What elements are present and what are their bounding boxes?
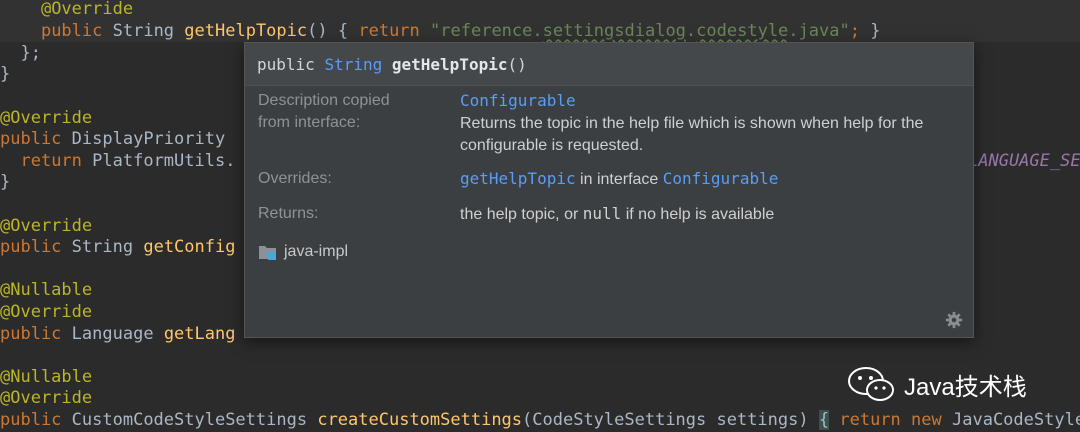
module-info: java-impl (258, 241, 348, 263)
annotation: @Override (0, 388, 93, 408)
code-line[interactable]: @Override (0, 301, 92, 323)
description-text: Returns the topic in the help file which… (460, 115, 924, 154)
code-line[interactable]: public String getConfig (0, 236, 235, 258)
semicolon: ; (849, 21, 860, 41)
type-name: String (112, 21, 175, 41)
overrides-method-link[interactable]: getHelpTopic (460, 169, 576, 188)
signature-type-link[interactable]: String (324, 55, 382, 74)
code-line[interactable]: public Language getLang (0, 323, 235, 345)
keyword: return (358, 21, 420, 41)
code-line[interactable]: }; (0, 42, 41, 64)
brace: { (337, 21, 349, 41)
code-line[interactable]: @Nullable (0, 366, 92, 388)
code-text: } (0, 64, 11, 84)
overrides-value: getHelpTopic in interface Configurable (460, 169, 779, 188)
code-line[interactable]: } (0, 63, 10, 85)
constant: LANGUAGE_SET (968, 151, 1080, 171)
type-name: DisplayPriority (71, 129, 226, 149)
method-name: getConfig (143, 237, 236, 257)
code-line[interactable]: @Override (0, 107, 92, 129)
code-line[interactable]: @Nullable (0, 279, 92, 301)
keyword: public (0, 237, 62, 257)
watermark: Java技术栈 (846, 364, 1027, 404)
code-text: } (0, 172, 11, 192)
code-text: }; (20, 43, 41, 63)
method-name: getHelpTopic (184, 21, 308, 41)
annotation: @Override (0, 302, 93, 322)
keyword: public (40, 21, 103, 41)
gear-icon[interactable] (945, 311, 963, 329)
parameters: (CodeStyleSettings settings) (522, 410, 809, 430)
keyword: public (0, 324, 62, 344)
type-name: String (71, 237, 134, 257)
overrides-interface-link[interactable]: Configurable (663, 169, 779, 188)
keyword: return (20, 151, 82, 171)
returns-value: the help topic, or null if no help is av… (460, 204, 775, 223)
watermark-text: Java技术栈 (904, 373, 1027, 401)
signature-keyword: public (257, 55, 315, 74)
type-name: JavaCodeStyle (952, 410, 1080, 430)
wechat-icon (848, 367, 894, 401)
keyword: new (911, 410, 942, 430)
overrides-label: Overrides: (258, 170, 332, 187)
code-text: PlatformUtils. (92, 151, 236, 171)
code-line[interactable]: @Override (0, 215, 92, 237)
code-line[interactable]: public DisplayPriority (0, 128, 225, 150)
keyword: public (0, 410, 62, 430)
returns-label: Returns: (258, 205, 319, 222)
code-line-tail: LANGUAGE_SET (968, 150, 1080, 172)
null-keyword: null (582, 204, 622, 223)
code-line[interactable]: public String getHelpTopic() { return "r… (0, 20, 1080, 42)
brace: { (818, 410, 830, 430)
method-name: getLang (163, 324, 236, 344)
string-literal: "reference.settingsdialog.codestyle.java… (430, 21, 850, 41)
module-name: java-impl (284, 243, 349, 260)
annotation: @Override (0, 108, 93, 128)
annotation: @Override (0, 216, 93, 236)
code-line[interactable]: return PlatformUtils. (0, 150, 235, 172)
signature-method-name: getHelpTopic (391, 55, 508, 74)
code-line[interactable]: @Override (0, 0, 1080, 20)
code-line[interactable]: } (0, 171, 10, 193)
type-name: CustomCodeStyleSettings (71, 410, 308, 430)
parens: () (307, 21, 328, 41)
configurable-link[interactable]: Configurable (460, 91, 576, 110)
type-name: Language (71, 324, 154, 344)
brace: } (870, 21, 881, 41)
annotation: @Override (40, 0, 134, 19)
keyword: public (0, 129, 62, 149)
method-signature: public String getHelpTopic() (245, 43, 973, 86)
method-name: createCustomSettings (317, 410, 523, 430)
description-label: Description copied from interface: (258, 92, 390, 131)
code-line[interactable]: public CustomCodeStyleSettings createCus… (0, 409, 1080, 431)
module-folder-icon (259, 246, 276, 260)
description-value: Configurable Returns the topic in the he… (460, 90, 965, 157)
code-line[interactable]: @Override (0, 387, 92, 409)
keyword: return (839, 410, 901, 430)
signature-parens: () (507, 55, 527, 74)
annotation: @Nullable (0, 280, 93, 300)
quick-documentation-popup[interactable]: public String getHelpTopic() Description… (244, 42, 974, 338)
annotation: @Nullable (0, 367, 93, 387)
